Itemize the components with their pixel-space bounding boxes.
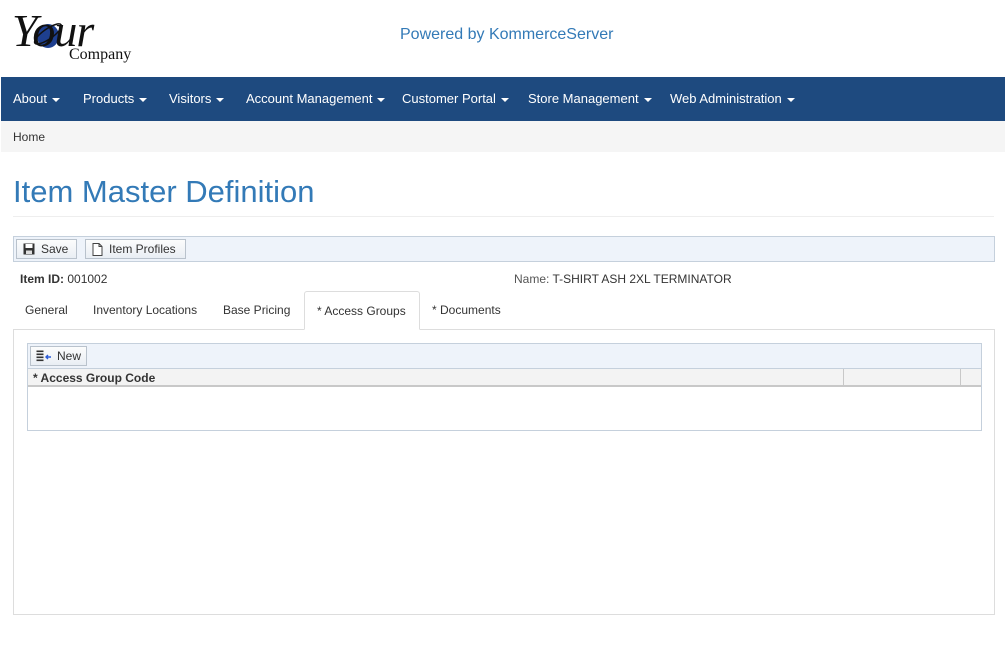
tab-documents[interactable]: * Documents <box>420 291 513 330</box>
form-toolbar: Save Item Profiles <box>13 236 995 262</box>
main-navbar: About Products Visitors Account Manageme… <box>1 77 1005 121</box>
grid-header: * Access Group Code <box>28 369 981 387</box>
tab-base-pricing[interactable]: Base Pricing <box>211 291 302 330</box>
nav-label: Products <box>83 91 135 106</box>
nav-account-management[interactable]: Account Management <box>246 91 386 106</box>
item-name: Name: T-SHIRT ASH 2XL TERMINATOR <box>514 272 732 286</box>
save-label: Save <box>41 242 69 256</box>
nav-label: Visitors <box>169 91 212 106</box>
tab-access-groups[interactable]: * Access Groups <box>304 291 420 330</box>
powered-by-link[interactable]: Powered by KommerceServer <box>400 26 613 44</box>
column-separator <box>960 369 961 387</box>
nav-label: Web Administration <box>670 91 782 106</box>
item-id: Item ID: 001002 <box>20 272 107 286</box>
nav-customer-portal[interactable]: Customer Portal <box>402 91 509 106</box>
item-name-value: T-SHIRT ASH 2XL TERMINATOR <box>552 272 732 286</box>
grid-toolbar: New <box>28 344 981 369</box>
nav-label: Store Management <box>528 91 639 106</box>
access-groups-grid: New * Access Group Code <box>27 343 982 431</box>
page-title: Item Master Definition <box>13 174 315 209</box>
breadcrumb-home[interactable]: Home <box>13 130 45 144</box>
caret-down-icon <box>139 97 148 102</box>
nav-web-administration[interactable]: Web Administration <box>670 91 795 106</box>
nav-label: Customer Portal <box>402 91 496 106</box>
item-id-value: 001002 <box>67 272 108 286</box>
item-profiles-label: Item Profiles <box>109 242 176 256</box>
breadcrumb: Home <box>1 121 1005 152</box>
nav-label: Account Management <box>246 91 373 106</box>
document-icon <box>92 242 103 256</box>
tab-bar: General Inventory Locations Base Pricing… <box>13 291 995 330</box>
caret-down-icon <box>643 97 652 102</box>
caret-down-icon <box>216 97 225 102</box>
nav-visitors[interactable]: Visitors <box>169 91 225 106</box>
save-button[interactable]: Save <box>16 239 77 259</box>
item-id-label: Item ID: <box>20 272 65 286</box>
add-row-icon <box>36 350 51 362</box>
new-button[interactable]: New <box>30 346 88 366</box>
nav-store-management[interactable]: Store Management <box>528 91 652 106</box>
tab-panel: New * Access Group Code <box>13 329 995 615</box>
tab-inventory-locations[interactable]: Inventory Locations <box>81 291 209 330</box>
caret-down-icon <box>377 97 386 102</box>
item-name-label: Name: <box>514 272 550 286</box>
column-access-group-code[interactable]: * Access Group Code <box>33 371 155 385</box>
nav-products[interactable]: Products <box>83 91 148 106</box>
nav-label: About <box>13 91 47 106</box>
floppy-disk-icon <box>23 243 35 255</box>
caret-down-icon <box>786 97 795 102</box>
new-label: New <box>57 349 82 363</box>
tab-general[interactable]: General <box>13 291 80 330</box>
nav-about[interactable]: About <box>13 91 60 106</box>
item-profiles-button[interactable]: Item Profiles <box>85 239 186 259</box>
column-separator <box>843 369 844 387</box>
site-header: Your Company Powered by KommerceServer <box>0 0 1008 77</box>
caret-down-icon <box>500 97 509 102</box>
logo-text-sub: Company <box>69 46 132 63</box>
company-logo[interactable]: Your Company <box>10 4 150 66</box>
caret-down-icon <box>51 97 60 102</box>
title-divider <box>13 216 994 217</box>
